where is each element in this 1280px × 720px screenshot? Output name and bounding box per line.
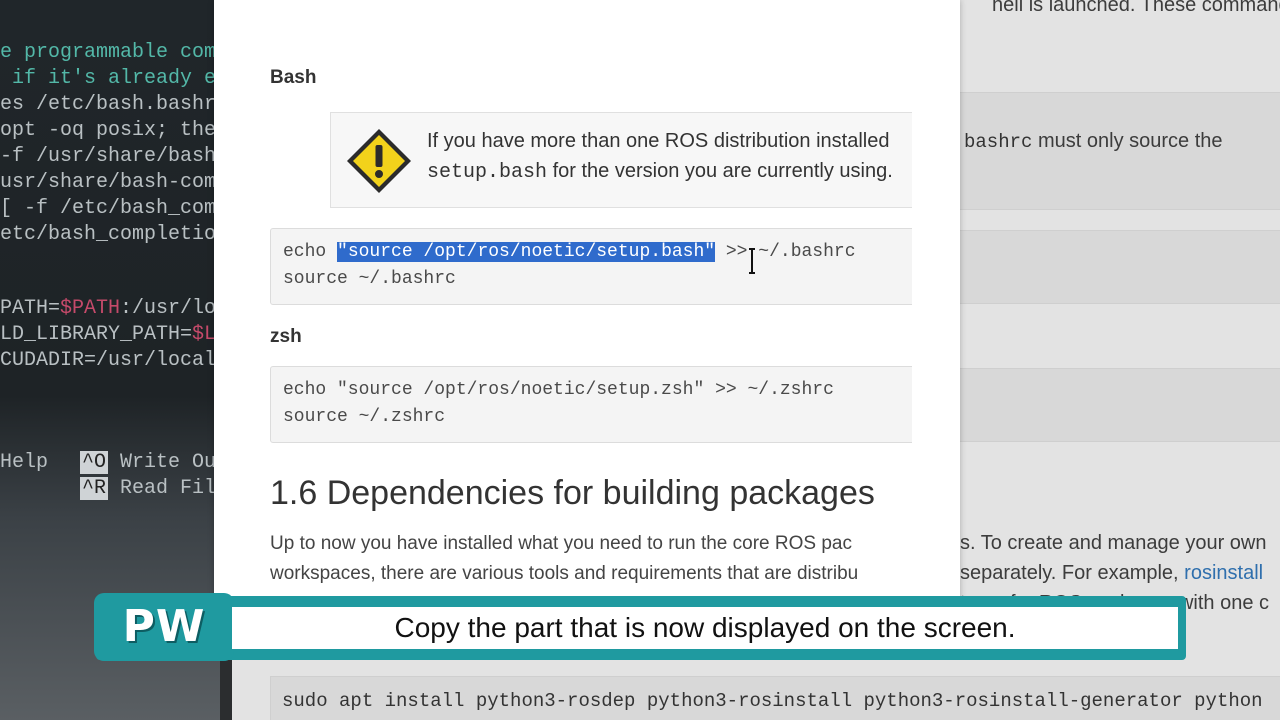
doc-content: Bash If you have more than one ROS distr… — [214, 0, 912, 610]
channel-logo: PW — [94, 593, 234, 661]
bash-code-block[interactable]: echo "source /opt/ros/noetic/setup.bash"… — [270, 228, 912, 305]
warning-icon — [347, 129, 411, 193]
bg-install-command[interactable]: sudo apt install python3-rosdep python3-… — [282, 690, 1263, 712]
code-text: echo — [283, 242, 338, 262]
note-line-1: If you have more than one ROS distributi… — [427, 130, 890, 152]
code-line[interactable]: source ~/.bashrc — [283, 269, 456, 289]
selected-text[interactable]: "source /opt/ros/noetic/setup.bash" — [337, 242, 716, 262]
code-text: >> ~/.bashrc — [715, 242, 856, 262]
bg-mono: bashrc — [964, 131, 1033, 153]
terminal-env-line: LD_LIBRARY_PATH=$L — [0, 322, 216, 348]
terminal-line: es /etc/bash.bashr — [0, 93, 217, 116]
zoomed-doc-card: Bash If you have more than one ROS distr… — [214, 0, 960, 610]
rosinstall-link[interactable]: rosinstall — [1184, 562, 1263, 584]
note-text: for the version you are currently using. — [547, 160, 893, 182]
subtitle-text: Copy the part that is now displayed on t… — [232, 607, 1178, 649]
paragraph-line: Up to now you have installed what you ne… — [270, 533, 852, 554]
bg-paragraph-line: s. To create and manage your own — [960, 532, 1267, 554]
text-cursor-icon — [749, 248, 755, 274]
bg-code-box — [932, 230, 1280, 304]
bg-paragraph-line: separately. For example, rosinstall — [960, 562, 1263, 585]
bg-text: must only source the — [1032, 130, 1223, 152]
nano-key: ^R — [80, 477, 109, 500]
env-text: CUDADIR=/usr/local — [0, 349, 217, 372]
terminal-line: e programmable com — [0, 41, 217, 64]
note-code: setup.bash — [427, 161, 548, 184]
bg-bashrc-text: bashrc must only source the — [964, 130, 1223, 153]
bg-text: separately. For example, — [960, 562, 1185, 584]
env-text: LD_LIBRARY_PATH= — [0, 323, 193, 346]
env-text: PATH= — [0, 297, 61, 320]
nano-read-file[interactable]: ^R Read File — [80, 476, 220, 502]
terminal-line: usr/share/bash-com — [0, 171, 217, 194]
bg-top-text: hell is launched. These commands — [992, 0, 1280, 16]
nano-write-out[interactable]: ^O Write Out — [80, 450, 220, 476]
terminal-line: [ -f /etc/bash_com — [0, 197, 217, 220]
bash-heading: Bash — [270, 67, 317, 88]
code-line[interactable]: echo "source /opt/ros/noetic/setup.bash"… — [283, 242, 856, 262]
terminal-line: if it's already e — [0, 67, 217, 90]
code-line[interactable]: echo "source /opt/ros/noetic/setup.zsh" … — [283, 380, 834, 400]
paragraph-line: workspaces, there are various tools and … — [270, 563, 859, 584]
terminal-line: -f /usr/share/bash — [0, 145, 217, 168]
terminal-env-line: PATH=$PATH:/usr/lo — [0, 296, 216, 322]
env-var: $PATH — [60, 297, 121, 320]
warning-note: If you have more than one ROS distributi… — [330, 112, 912, 208]
nano-label: Read File — [120, 477, 220, 500]
env-text: :/usr/lo — [120, 297, 217, 320]
env-var: $L — [192, 323, 217, 346]
zsh-code-block[interactable]: echo "source /opt/ros/noetic/setup.zsh" … — [270, 366, 912, 443]
terminal-line: opt -oq posix; the — [0, 119, 217, 142]
nano-label: Write Out — [120, 451, 220, 474]
terminal-env-line: CUDADIR=/usr/local — [0, 348, 216, 374]
terminal-line: etc/bash_completio — [0, 223, 217, 246]
bg-code-box — [932, 368, 1280, 442]
code-line[interactable]: source ~/.zshrc — [283, 407, 445, 427]
nano-key: ^O — [80, 451, 109, 474]
nano-help-label[interactable]: Help — [0, 450, 48, 476]
zsh-heading: zsh — [270, 326, 302, 347]
section-heading: 1.6 Dependencies for building packages — [270, 474, 875, 512]
note-line-2: setup.bash for the version you are curre… — [427, 160, 893, 184]
